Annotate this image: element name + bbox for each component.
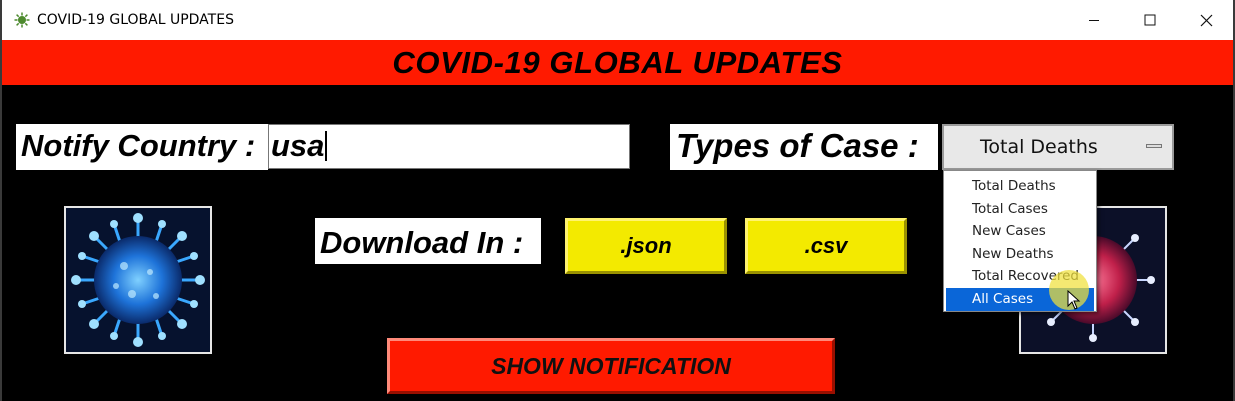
show-notification-button[interactable]: SHOW NOTIFICATION [387, 338, 835, 394]
window-title: COVID-19 GLOBAL UPDATES [37, 12, 234, 28]
banner-title: COVID-19 GLOBAL UPDATES [392, 45, 843, 80]
case-type-label: Types of Case : [670, 124, 938, 170]
minimize-icon [1089, 20, 1099, 21]
virus-icon [14, 12, 30, 28]
dropdown-option-new-deaths[interactable]: New Deaths [944, 243, 1096, 266]
minimize-button[interactable] [1066, 0, 1122, 40]
option-menu-indicator-icon [1146, 144, 1162, 148]
header-banner: COVID-19 GLOBAL UPDATES [2, 40, 1233, 85]
maximize-icon [1144, 14, 1156, 26]
app-window: COVID-19 GLOBAL UPDATES COVID-19 GLOBAL … [2, 0, 1233, 401]
country-input-value: usa [271, 128, 325, 163]
download-json-button[interactable]: .json [565, 218, 727, 274]
notify-country-label: Notify Country : [16, 124, 268, 170]
text-caret [325, 131, 328, 161]
title-bar: COVID-19 GLOBAL UPDATES [2, 0, 1233, 40]
mouse-pointer-icon [1067, 290, 1081, 310]
dropdown-option-total-deaths[interactable]: Total Deaths [944, 175, 1096, 198]
dropdown-option-total-cases[interactable]: Total Cases [944, 198, 1096, 221]
case-type-select[interactable]: Total Deaths [942, 124, 1174, 170]
download-csv-button[interactable]: .csv [745, 218, 907, 274]
virus-image-blue [64, 206, 212, 354]
close-icon [1200, 14, 1212, 26]
maximize-button[interactable] [1122, 0, 1178, 40]
dropdown-option-new-cases[interactable]: New Cases [944, 220, 1096, 243]
case-type-selected-value: Total Deaths [980, 136, 1098, 158]
download-label: Download In : [315, 218, 541, 264]
close-button[interactable] [1178, 0, 1233, 40]
country-input[interactable]: usa [268, 124, 630, 169]
